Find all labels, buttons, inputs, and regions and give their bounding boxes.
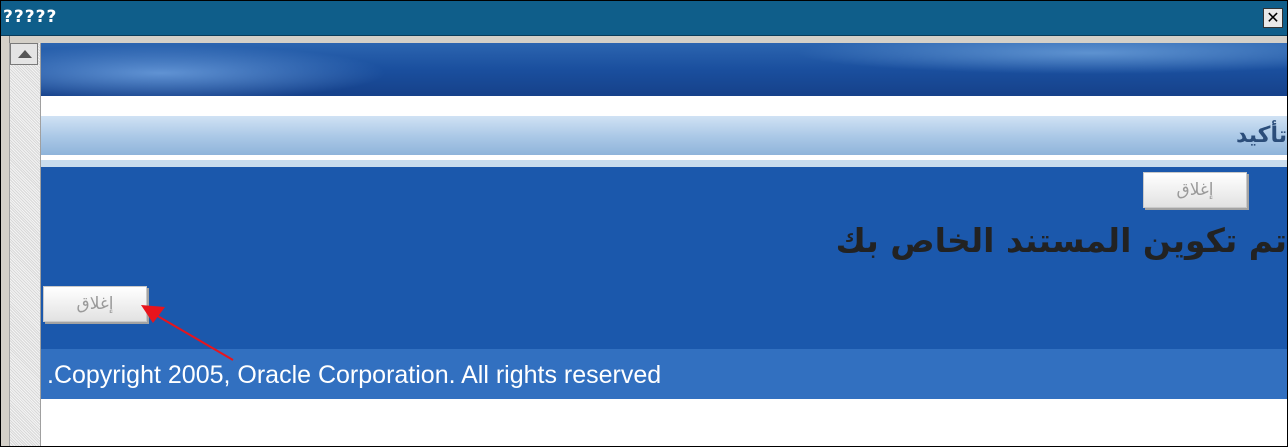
vertical-scrollbar[interactable]: [9, 43, 41, 446]
close-button-bottom[interactable]: إغلاق: [43, 286, 147, 322]
banner-spacer: [41, 96, 1287, 116]
page-title: تأكيد: [1235, 123, 1287, 148]
dialog-window: ????? ✕ تأكيد إغلاق تم تكوين المستند الخ…: [0, 0, 1288, 447]
copyright-text: .Copyright 2005, Oracle Corporation. All…: [47, 361, 662, 389]
header-banner: [41, 43, 1287, 96]
close-button-top[interactable]: إغلاق: [1143, 172, 1247, 208]
close-icon[interactable]: ✕: [1263, 8, 1283, 28]
title-bar[interactable]: ????? ✕: [1, 1, 1287, 36]
divider-light: [41, 160, 1287, 167]
page-header-bar: تأكيد: [41, 116, 1287, 155]
confirmation-message: تم تكوين المستند الخاص بك: [835, 221, 1287, 260]
scroll-up-arrow-icon[interactable]: [10, 43, 38, 65]
window-title: ?????: [3, 7, 58, 27]
page-content: تأكيد إغلاق تم تكوين المستند الخاص بك إغ…: [41, 43, 1287, 446]
frame-top-border: [9, 36, 1287, 43]
confirmation-panel: إغلاق تم تكوين المستند الخاص بك إغلاق: [41, 167, 1287, 349]
footer-bar: .Copyright 2005, Oracle Corporation. All…: [41, 349, 1287, 399]
